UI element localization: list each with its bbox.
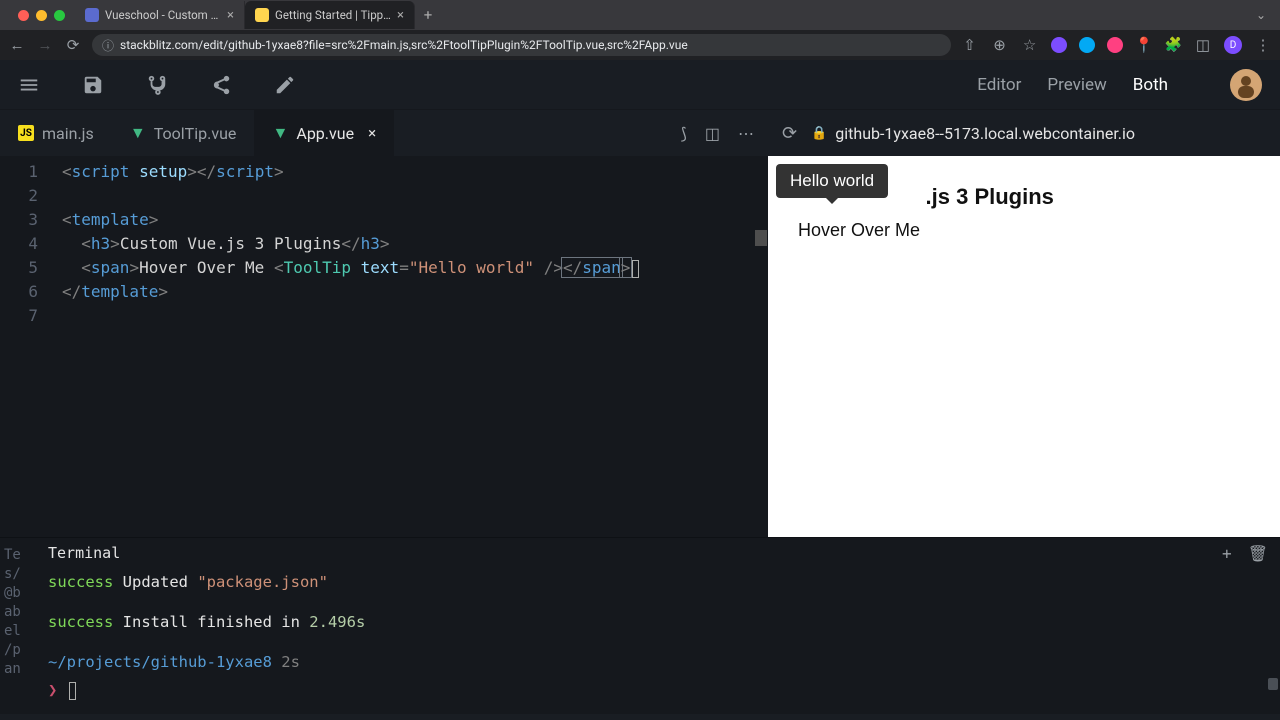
view-both-button[interactable]: Both	[1133, 75, 1168, 95]
ext-icon[interactable]	[1079, 37, 1095, 53]
browser-tab-bar: Vueschool - Custom Vue Js 3 … × Getting …	[0, 0, 1280, 30]
new-terminal-button[interactable]: +	[1222, 544, 1232, 563]
view-mode-toggle: Editor Preview Both	[977, 75, 1168, 95]
file-tab-label: App.vue	[296, 124, 354, 143]
extensions-icon[interactable]: 🧩	[1165, 37, 1182, 53]
browser-extension-icons: ⇧ ⊕ ☆ 📍 🧩 ◫ D ⋮	[961, 36, 1272, 54]
url-text: stackblitz.com/edit/github-1yxae8?file=s…	[120, 38, 688, 52]
forward-button[interactable]: →	[36, 36, 54, 54]
user-avatar[interactable]	[1230, 69, 1262, 101]
preview-toolbar: ⟳ 🔒 github-1yxae8--5173.local.webcontain…	[768, 123, 1280, 144]
terminal-header: Terminal + 🗑	[48, 538, 1268, 568]
save-button[interactable]	[82, 74, 104, 96]
lock-icon: 🔒	[811, 126, 827, 141]
file-tab-label: main.js	[42, 124, 94, 143]
browser-tab-label: Getting Started | Tippy.js	[275, 8, 391, 22]
view-preview-button[interactable]: Preview	[1047, 75, 1106, 95]
delete-terminal-button[interactable]: 🗑	[1248, 544, 1268, 563]
pin-icon[interactable]: 📍	[1135, 36, 1153, 54]
code-editor[interactable]: 1234567 <script setup></script> <templat…	[0, 156, 768, 537]
preview-url-bar[interactable]: 🔒 github-1yxae8--5173.local.webcontainer…	[811, 124, 1266, 143]
terminal-output[interactable]: success Updated "package.json" success I…	[48, 568, 1268, 704]
file-tabs: JS main.js ▼ ToolTip.vue ▼ App.vue ×	[0, 110, 394, 156]
close-tab-icon[interactable]: ×	[227, 8, 234, 23]
file-tab-label: ToolTip.vue	[154, 124, 237, 143]
app-header: Editor Preview Both	[0, 60, 1280, 110]
tab-main-js[interactable]: JS main.js	[0, 110, 112, 156]
fork-button[interactable]	[146, 74, 168, 96]
kebab-menu-icon[interactable]: ⋮	[1254, 36, 1272, 54]
close-tab-icon[interactable]: ×	[397, 8, 404, 23]
preview-reload-button[interactable]: ⟳	[782, 123, 797, 144]
view-editor-button[interactable]: Editor	[977, 75, 1021, 95]
bookmark-icon[interactable]: ☆	[1021, 36, 1039, 54]
tabs-dropdown-icon[interactable]: ⌄	[1242, 8, 1280, 22]
more-icon[interactable]: ⋯	[738, 124, 754, 143]
main-area: 1234567 <script setup></script> <templat…	[0, 156, 1280, 537]
terminal-title: Terminal	[48, 544, 120, 562]
close-window-icon[interactable]	[18, 10, 29, 21]
minimize-window-icon[interactable]	[36, 10, 47, 21]
profile-avatar-icon[interactable]: D	[1224, 36, 1242, 54]
zoom-icon[interactable]: ⊕	[991, 36, 1009, 54]
favicon-icon	[85, 8, 99, 22]
browser-tab-vueschool[interactable]: Vueschool - Custom Vue Js 3 … ×	[75, 1, 245, 29]
terminal-left-gutter: Tes/@babel/pan	[0, 538, 36, 714]
terminal-panel: Tes/@babel/pan Terminal + 🗑 success Upda…	[0, 537, 1280, 714]
terminal-scrollbar[interactable]	[1268, 678, 1278, 690]
js-file-icon: JS	[18, 125, 34, 141]
share-button[interactable]	[210, 74, 232, 96]
split-editor-icon[interactable]: ◫	[705, 124, 720, 143]
browser-tab-label: Vueschool - Custom Vue Js 3 …	[105, 8, 221, 22]
site-info-icon[interactable]: ⓘ	[102, 37, 114, 54]
sub-toolbar: JS main.js ▼ ToolTip.vue ▼ App.vue × ⟆ ◫…	[0, 110, 1280, 156]
sidepanel-icon[interactable]: ◫	[1194, 36, 1212, 54]
preview-pane[interactable]: Custom Vue.js 3 Plugins Hover Over Me He…	[768, 156, 1280, 537]
share-icon[interactable]: ⇧	[961, 36, 979, 54]
minimap-marker[interactable]	[755, 230, 767, 246]
menu-button[interactable]	[18, 74, 40, 96]
browser-url-bar: ← → ⟳ ⓘ stackblitz.com/edit/github-1yxae…	[0, 30, 1280, 60]
line-gutter: 1234567	[0, 160, 62, 328]
edit-button[interactable]	[274, 74, 296, 96]
new-tab-button[interactable]: +	[415, 6, 441, 24]
tab-app-vue[interactable]: ▼ App.vue ×	[254, 110, 394, 156]
tooltip-popup: Hello world	[776, 164, 888, 198]
window-controls[interactable]	[8, 10, 75, 21]
close-tab-icon[interactable]: ×	[368, 124, 376, 142]
hover-target[interactable]: Hover Over Me	[798, 220, 1250, 241]
preview-url-text: github-1yxae8--5173.local.webcontainer.i…	[835, 124, 1135, 143]
tab-tooltip-vue[interactable]: ▼ ToolTip.vue	[112, 110, 255, 156]
ext-icon[interactable]	[1051, 37, 1067, 53]
maximize-window-icon[interactable]	[54, 10, 65, 21]
reload-button[interactable]: ⟳	[64, 36, 82, 54]
format-icon[interactable]: ⟆	[681, 124, 687, 143]
vue-file-icon: ▼	[130, 125, 146, 141]
code-content[interactable]: <script setup></script> <template> <h3>C…	[62, 160, 641, 328]
vue-file-icon: ▼	[272, 125, 288, 141]
address-bar[interactable]: ⓘ stackblitz.com/edit/github-1yxae8?file…	[92, 34, 951, 56]
ext-icon[interactable]	[1107, 37, 1123, 53]
favicon-icon	[255, 8, 269, 22]
back-button[interactable]: ←	[8, 36, 26, 54]
browser-tab-tippy[interactable]: Getting Started | Tippy.js ×	[245, 1, 415, 29]
